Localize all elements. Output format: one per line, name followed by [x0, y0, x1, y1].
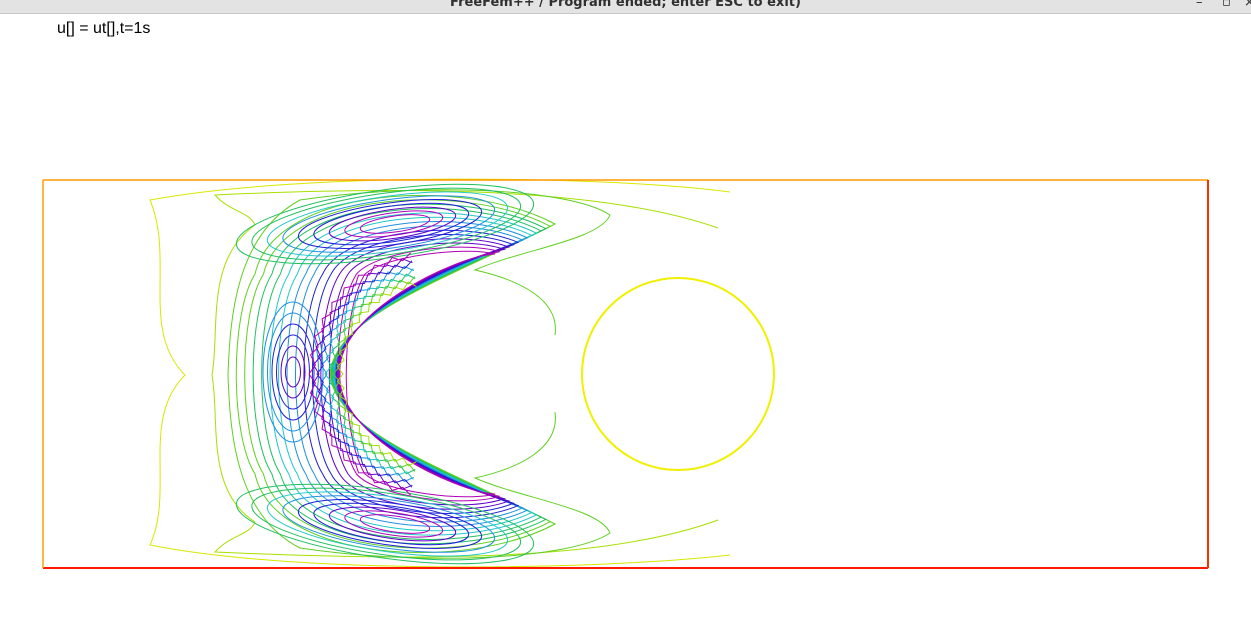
- obstacle-circle: [581, 277, 775, 471]
- contour-line: [252, 203, 547, 545]
- contour-line: [320, 238, 511, 510]
- contour-lines: [149, 178, 731, 568]
- contour-line: [285, 356, 301, 388]
- contour-line: [280, 345, 306, 399]
- contour-line: [244, 199, 552, 549]
- contour-line: [269, 212, 538, 536]
- plot-canvas: [42, 178, 1209, 569]
- contour-line: [312, 258, 413, 490]
- contour-line: [328, 273, 416, 475]
- contour-line: [235, 195, 557, 553]
- contour-line: [303, 229, 520, 519]
- contour-line: [332, 276, 416, 472]
